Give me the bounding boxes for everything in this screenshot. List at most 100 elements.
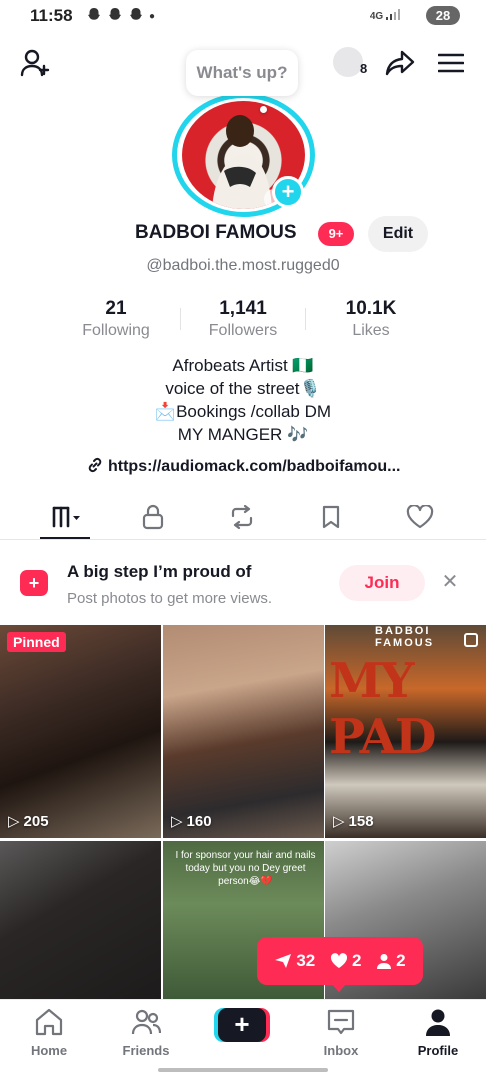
- link-icon: [88, 457, 101, 473]
- send-icon: [275, 954, 292, 968]
- notification-icons: ●: [86, 7, 155, 26]
- play-icon: ▷: [8, 813, 20, 830]
- promo-subtitle: Post photos to get more views.: [67, 590, 273, 607]
- nav-inbox[interactable]: Inbox: [301, 1008, 381, 1058]
- bio-line: voice of the street🎙️: [165, 379, 321, 398]
- stat-label: Followers: [208, 322, 278, 339]
- content-tabs: [0, 495, 486, 540]
- profile-bio: Afrobeats Artist 🇳🇬 voice of the street🎙…: [0, 354, 486, 446]
- snapchat-icon: [107, 7, 123, 26]
- create-button[interactable]: +: [214, 1008, 270, 1042]
- video-thumbnail[interactable]: [0, 841, 161, 999]
- dot-icon: ●: [149, 11, 156, 22]
- bio-line: 📩Bookings /collab DM: [154, 402, 332, 421]
- join-button[interactable]: Join: [339, 565, 425, 601]
- nav-profile[interactable]: Profile: [398, 1008, 478, 1058]
- hamburger-icon: [438, 53, 464, 73]
- network-indicator: 4G: [370, 9, 400, 22]
- status-note-bubble[interactable]: What's up?: [186, 50, 298, 96]
- heart-icon: [330, 953, 348, 968]
- menu-button[interactable]: [434, 48, 468, 78]
- share-profile-button[interactable]: [383, 46, 417, 80]
- bio-line: MY MANGER 🎶: [177, 425, 309, 444]
- view-count-value: 160: [186, 812, 212, 830]
- video-thumbnail[interactable]: ▷ 160: [163, 625, 324, 838]
- thumbnail-overlay-big: MY PAD: [329, 653, 436, 765]
- promo-title: A big step I’m proud of: [67, 562, 252, 581]
- bio-link-text: https://audiomack.com/badboifamou...: [107, 458, 401, 475]
- pinned-badge: Pinned: [7, 632, 66, 652]
- thumbnail-caption: I for sponsor your hair and nails today …: [175, 850, 316, 887]
- bio-link[interactable]: https://audiomack.com/badboifamou...: [0, 456, 486, 476]
- activity-popup[interactable]: 32 2 2: [257, 937, 423, 985]
- tab-videos[interactable]: [35, 495, 95, 539]
- profile-stats: 21 Following 1,141 Followers 10.1K Likes: [0, 298, 486, 344]
- profile-handle: @badboi.the.most.rugged0: [146, 257, 340, 274]
- inbox-icon: [327, 1009, 355, 1035]
- play-icon: ▷: [333, 813, 345, 830]
- divider: [305, 308, 306, 330]
- thumbnail-overlay-title: BADBOI FAMOUS: [375, 625, 435, 649]
- stat-label: Likes: [352, 322, 390, 339]
- video-thumbnail[interactable]: Pinned ▷ 205: [0, 625, 161, 838]
- view-count-value: 205: [23, 812, 49, 830]
- stat-value: 21: [105, 298, 127, 319]
- signal-icon: [386, 9, 400, 20]
- activity-followers: 2: [376, 951, 406, 971]
- profile-name: BADBOI FAMOUS: [135, 222, 297, 243]
- photo-carousel-icon: [464, 633, 478, 647]
- activity-followers-count: 2: [396, 951, 406, 970]
- person-icon: [377, 954, 392, 969]
- nav-friends[interactable]: Friends: [106, 1008, 186, 1058]
- nav-label: Profile: [417, 1043, 459, 1058]
- share-icon: [385, 50, 415, 76]
- status-time: 11:58: [30, 6, 73, 25]
- close-icon[interactable]: ✕: [440, 572, 460, 592]
- tab-liked[interactable]: [390, 495, 450, 539]
- stat-value: 1,141: [219, 298, 267, 319]
- nav-label: Inbox: [323, 1043, 359, 1058]
- tab-reposts[interactable]: [212, 495, 272, 539]
- popup-tail: [331, 983, 347, 992]
- stat-label: Following: [82, 322, 150, 339]
- heart-icon: [406, 505, 434, 529]
- plus-icon: +: [218, 1008, 266, 1042]
- friends-count: 8: [360, 61, 368, 76]
- video-thumbnail[interactable]: BADBOI FAMOUS MY PAD ▷ 158: [325, 625, 486, 838]
- avatar: [333, 47, 363, 77]
- grid-icon: [52, 506, 80, 528]
- activity-likes-count: 2: [351, 951, 362, 970]
- tab-private[interactable]: [123, 495, 183, 539]
- nav-label: Home: [30, 1043, 68, 1058]
- edit-profile-button[interactable]: Edit: [368, 216, 428, 252]
- lock-icon: [142, 504, 164, 530]
- add-friend-button[interactable]: [18, 46, 52, 80]
- view-count: ▷ 158: [333, 812, 374, 831]
- bubble-tail: [260, 106, 267, 113]
- view-count-value: 158: [348, 812, 374, 830]
- friends-story-button[interactable]: 8: [333, 47, 373, 81]
- nav-label: Friends: [122, 1043, 170, 1058]
- stat-followers[interactable]: 1,141 Followers: [183, 298, 303, 340]
- view-count: ▷ 205: [8, 812, 49, 831]
- stat-likes[interactable]: 10.1K Likes: [311, 298, 431, 340]
- profile-icon: [426, 1009, 450, 1036]
- person-plus-icon: [20, 49, 50, 77]
- snapchat-icon: [86, 7, 102, 26]
- photo-plus-icon: +: [20, 570, 48, 596]
- promo-banner: + A big step I’m proud of Post photos to…: [0, 556, 486, 616]
- repost-icon: [231, 505, 253, 529]
- activity-views-count: 32: [296, 951, 316, 970]
- snapchat-icon: [128, 7, 144, 26]
- bookmark-icon: [322, 505, 340, 529]
- stat-following[interactable]: 21 Following: [56, 298, 176, 340]
- tab-favorites[interactable]: [301, 495, 361, 539]
- divider: [180, 308, 181, 330]
- notification-badge[interactable]: 9+: [318, 222, 354, 246]
- bio-line: Afrobeats Artist 🇳🇬: [172, 356, 314, 375]
- add-story-button[interactable]: +: [272, 176, 304, 208]
- activity-views: 32: [274, 951, 315, 971]
- activity-likes: 2: [330, 951, 361, 971]
- nav-home[interactable]: Home: [9, 1008, 89, 1058]
- home-icon: [35, 1008, 63, 1036]
